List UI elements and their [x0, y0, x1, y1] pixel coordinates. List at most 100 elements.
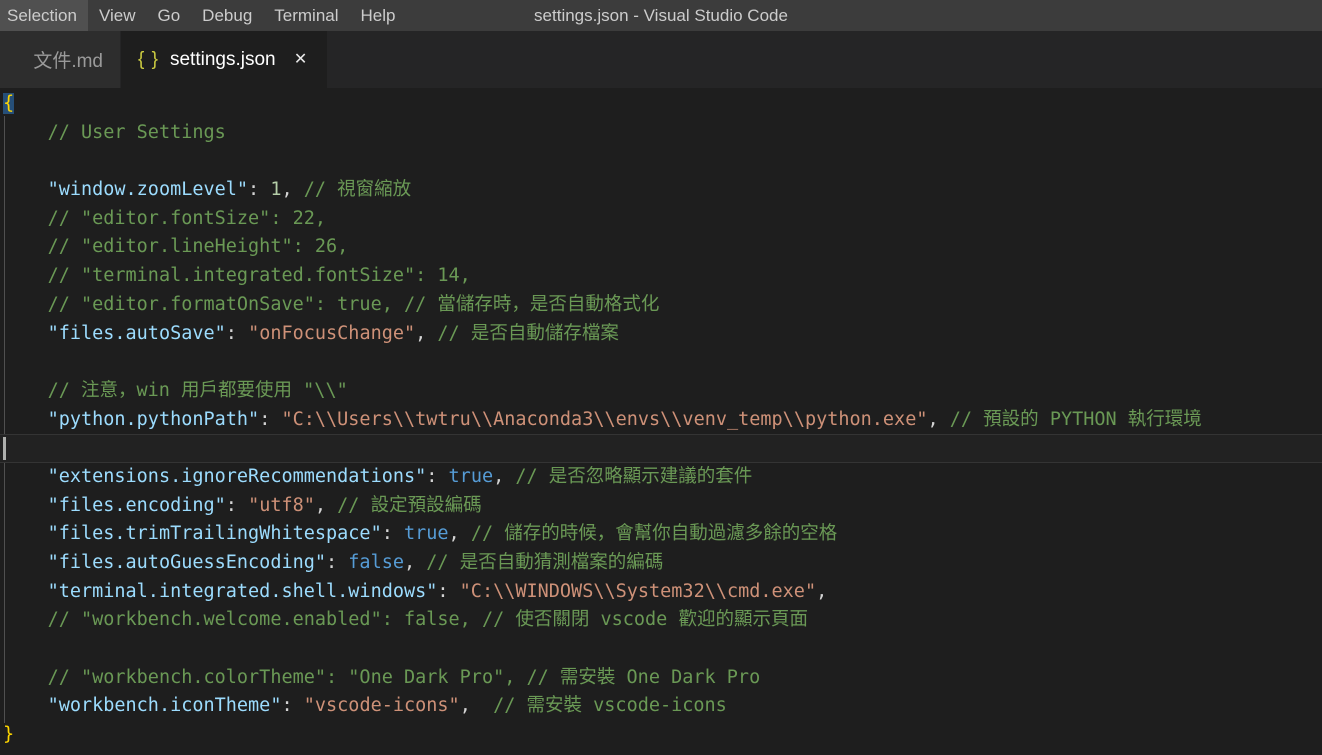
code-line[interactable]: "window.zoomLevel": 1, // 視窗縮放 — [0, 176, 1322, 205]
code-token: : — [381, 523, 404, 545]
code-token: , — [459, 695, 471, 717]
code-token: : — [248, 179, 271, 201]
text-cursor — [3, 437, 6, 461]
menu-item-debug[interactable]: Debug — [191, 0, 263, 31]
code-token: // 儲存的時候，會幫你自動過濾多餘的空格 — [459, 523, 838, 545]
code-token: : — [225, 322, 249, 344]
code-token: "onFocusChange" — [248, 322, 416, 344]
code-token: "files.encoding" — [47, 494, 226, 516]
code-token: "terminal.integrated.shell.windows" — [47, 580, 438, 602]
menu-item-terminal[interactable]: Terminal — [263, 0, 349, 31]
code-token: 1 — [270, 179, 282, 201]
code-content[interactable]: { // User Settings "window.zoomLevel": 1… — [0, 88, 1322, 750]
code-token: // "terminal.integrated.fontSize": 14, — [47, 265, 471, 287]
close-icon[interactable]: ✕ — [292, 51, 310, 68]
code-token: // 注意，win 用戶都要使用 "\\" — [47, 379, 348, 401]
code-token: "utf8" — [248, 494, 315, 516]
code-editor[interactable]: { // User Settings "window.zoomLevel": 1… — [0, 88, 1322, 755]
code-token: false — [348, 552, 404, 573]
code-token: // 預設的 PYTHON 執行環境 — [938, 408, 1202, 430]
code-line[interactable]: } — [0, 721, 1322, 750]
code-token: , — [404, 552, 416, 573]
code-token: , — [816, 580, 828, 602]
code-token: "extensions.ignoreRecommendations" — [47, 465, 427, 487]
code-token: "vscode-icons" — [303, 695, 460, 717]
code-token: , — [448, 523, 460, 545]
json-braces-icon: { } — [138, 48, 159, 70]
code-token: , — [927, 408, 939, 430]
code-line[interactable]: "terminal.integrated.shell.windows": "C:… — [0, 578, 1322, 607]
tab-settings-json[interactable]: { } settings.json ✕ — [121, 31, 328, 88]
code-line[interactable]: // 注意，win 用戶都要使用 "\\" — [0, 377, 1322, 406]
tab-bar-empty-area — [327, 31, 1322, 88]
code-token: "workbench.iconTheme" — [47, 695, 282, 717]
code-line[interactable]: "files.autoSave": "onFocusChange", // 是否… — [0, 320, 1322, 349]
code-line[interactable]: // "workbench.colorTheme": "One Dark Pro… — [0, 664, 1322, 693]
code-line[interactable]: { — [0, 90, 1322, 119]
code-token: // "editor.formatOnSave": true, // 當儲存時，… — [47, 293, 660, 315]
code-line[interactable]: // "terminal.integrated.fontSize": 14, — [0, 262, 1322, 291]
code-line[interactable] — [0, 348, 1322, 377]
title-bar: Selection View Go Debug Terminal Help se… — [0, 0, 1322, 31]
tab-markdown-file[interactable]: 文件.md — [0, 31, 121, 88]
code-line[interactable] — [0, 147, 1322, 176]
code-token: : — [225, 494, 249, 516]
code-token: : — [259, 408, 282, 430]
code-line[interactable]: "files.trimTrailingWhitespace": true, //… — [0, 520, 1322, 549]
code-token: "C:\\WINDOWS\\System32\\cmd.exe" — [459, 580, 817, 602]
code-token: true — [403, 523, 449, 545]
code-token: // 是否自動儲存檔案 — [426, 322, 619, 344]
code-token: : — [426, 465, 449, 487]
code-token: // User Settings — [47, 121, 226, 143]
code-line[interactable]: // "editor.lineHeight": 26, — [0, 233, 1322, 262]
code-token: , — [415, 322, 427, 344]
code-token: // 需安裝 vscode-icons — [470, 695, 727, 717]
code-token: : — [437, 580, 460, 602]
code-token: "C:\\Users\\twtru\\Anaconda3\\envs\\venv… — [281, 408, 928, 430]
tab-label: settings.json — [169, 48, 276, 70]
code-token: { — [3, 93, 15, 114]
code-line[interactable]: // "editor.fontSize": 22, — [0, 205, 1322, 234]
code-line[interactable]: "files.encoding": "utf8", // 設定預設編碼 — [0, 492, 1322, 521]
code-token: // 是否忽略顯示建議的套件 — [504, 465, 753, 487]
code-token: "files.autoSave" — [47, 322, 226, 344]
code-token: // "editor.lineHeight": 26, — [47, 236, 349, 258]
tab-label: 文件.md — [33, 51, 103, 72]
menu-item-go[interactable]: Go — [146, 0, 191, 31]
menu-item-view[interactable]: View — [88, 0, 147, 31]
code-token: : — [281, 695, 304, 717]
code-token: , — [493, 465, 505, 487]
code-token: , — [314, 494, 327, 516]
code-line[interactable]: // "workbench.welcome.enabled": false, /… — [0, 606, 1322, 635]
editor-tab-bar: 文件.md { } settings.json ✕ — [0, 31, 1322, 88]
code-line[interactable] — [0, 635, 1322, 664]
menu-item-help[interactable]: Help — [350, 0, 407, 31]
code-line[interactable] — [0, 434, 1322, 463]
code-token: // "editor.fontSize": 22, — [47, 207, 327, 229]
code-token: } — [3, 724, 15, 746]
code-token: : — [326, 552, 349, 573]
code-line[interactable]: "workbench.iconTheme": "vscode-icons", /… — [0, 692, 1322, 721]
menu-item-selection[interactable]: Selection — [0, 0, 88, 31]
code-line[interactable]: "python.pythonPath": "C:\\Users\\twtru\\… — [0, 406, 1322, 435]
code-token: "window.zoomLevel" — [47, 179, 249, 201]
code-token: , — [281, 179, 293, 201]
code-line[interactable]: // "editor.formatOnSave": true, // 當儲存時，… — [0, 291, 1322, 320]
menu-bar: Selection View Go Debug Terminal Help — [0, 0, 407, 31]
code-line[interactable]: // User Settings — [0, 119, 1322, 148]
code-token: "files.trimTrailingWhitespace" — [47, 523, 382, 545]
code-token: // 是否自動猜測檔案的編碼 — [415, 552, 664, 573]
code-line[interactable]: "extensions.ignoreRecommendations": true… — [0, 463, 1322, 492]
code-line[interactable]: "files.autoGuessEncoding": false, // 是否自… — [0, 549, 1322, 578]
